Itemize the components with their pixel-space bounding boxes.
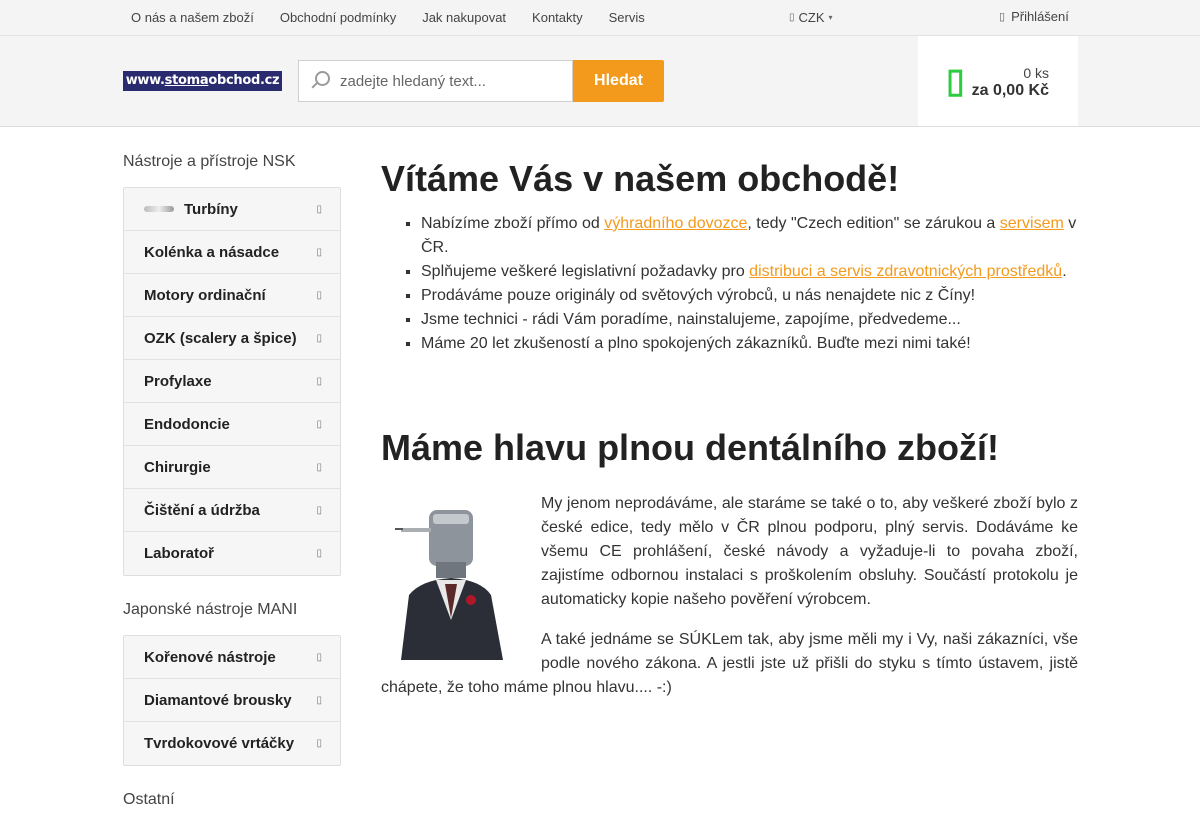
chevron-down-icon: ▾ [828, 13, 833, 22]
welcome-title: Vítáme Vás v našem obchodě! [381, 158, 900, 199]
chevron-right-icon: ▯ [316, 504, 322, 516]
sidebar-section-title-other: Ostatní [123, 791, 175, 808]
currency-icon: ▯ [789, 12, 795, 23]
importer-link[interactable]: výhradního dovozce [604, 215, 747, 232]
about-section: My jenom neprodáváme, ale staráme se tak… [381, 492, 1078, 700]
sidebar-section-title-mani: Japonské nástroje MANI [123, 601, 298, 618]
nav-link-terms[interactable]: Obchodní podmínky [267, 0, 409, 36]
list-item: Splňujeme veškeré legislativní požadavky… [421, 260, 1078, 284]
sidebar-section-title-nsk: Nástroje a přístroje NSK [123, 153, 296, 170]
sidebar-item-diamantove[interactable]: Diamantové brousky ▯ [124, 679, 340, 722]
sidebar-item-laborator[interactable]: Laboratoř ▯ [124, 532, 340, 575]
nav-link-service[interactable]: Servis [596, 0, 658, 36]
shopping-bag-icon: ▯ [946, 62, 965, 100]
sidebar-item-chirurgie[interactable]: Chirurgie ▯ [124, 446, 340, 489]
nav-link-contacts[interactable]: Kontakty [519, 0, 596, 36]
chevron-right-icon: ▯ [316, 461, 322, 473]
cart-quantity: 0 ks [1023, 65, 1049, 81]
sidebar-item-korenove[interactable]: Kořenové nástroje ▯ [124, 636, 340, 679]
main-content: Vítáme Vás v našem obchodě! Nabízíme zbo… [381, 128, 1078, 716]
top-bar: O nás a našem zboží Obchodní podmínky Ja… [0, 0, 1200, 36]
site-header: www.stomaobchod.cz Hledat ▯ 0 ks za 0,00… [0, 36, 1200, 127]
chevron-right-icon: ▯ [316, 332, 322, 344]
sidebar-item-profylaxe[interactable]: Profylaxe ▯ [124, 360, 340, 403]
search-input[interactable] [340, 72, 560, 90]
chevron-right-icon: ▯ [316, 694, 322, 706]
category-list-mani: Kořenové nástroje ▯ Diamantové brousky ▯ T… [123, 635, 341, 766]
list-item: Máme 20 let zkušeností a plno spokojenýc… [421, 332, 1078, 356]
login-link[interactable]: ▯ Přihlášení [999, 0, 1069, 34]
sidebar-item-endodoncie[interactable]: Endodoncie ▯ [124, 403, 340, 446]
category-list-nsk: Turbíny ▯ Kolénka a násadce ▯ Motory ordin… [123, 187, 341, 576]
nav-link-how-to-buy[interactable]: Jak nakupovat [409, 0, 519, 36]
sidebar-item-ozk[interactable]: OZK (scalery a špice) ▯ [124, 317, 340, 360]
category-sidebar: Nástroje a přístroje NSK Turbíny ▯ Kolénk… [123, 128, 341, 825]
list-item: Nabízíme zboží přímo od výhradního dovoz… [421, 212, 1078, 260]
sidebar-item-cisteni[interactable]: Čištění a údržba ▯ [124, 489, 340, 532]
nav-link-about[interactable]: O nás a našem zboží [118, 0, 267, 36]
cart-total: za 0,00 Kč [971, 82, 1049, 99]
list-item: Prodáváme pouze originály od světových v… [421, 284, 1078, 308]
benefits-list: Nabízíme zboží přímo od výhradního dovoz… [421, 212, 1078, 356]
chevron-right-icon: ▯ [316, 651, 322, 663]
login-label: Přihlášení [1011, 9, 1069, 24]
chevron-right-icon: ▯ [316, 246, 322, 258]
chevron-right-icon: ▯ [316, 548, 322, 559]
turbine-thumbnail-icon [144, 206, 174, 212]
search-icon [309, 70, 331, 92]
sidebar-item-kolenka[interactable]: Kolénka a násadce ▯ [124, 231, 340, 274]
chevron-right-icon: ▯ [316, 738, 322, 749]
search-button[interactable]: Hledat [573, 60, 664, 102]
currency-selector[interactable]: ▯ CZK ▾ [789, 0, 833, 36]
cart-widget[interactable]: ▯ 0 ks za 0,00 Kč [918, 36, 1078, 126]
top-navigation: O nás a našem zboží Obchodní podmínky Ja… [118, 0, 658, 36]
chevron-right-icon: ▯ [316, 375, 322, 387]
chevron-right-icon: ▯ [316, 289, 322, 301]
list-item: Jsme technici - rádi Vám poradíme, nains… [421, 308, 1078, 332]
chevron-right-icon: ▯ [316, 203, 322, 215]
search-form: Hledat [298, 60, 664, 102]
service-link[interactable]: servisem [1000, 215, 1064, 232]
chevron-right-icon: ▯ [316, 418, 322, 430]
section-title: Máme hlavu plnou dentálního zboží! [381, 427, 999, 468]
handpiece-head-man-image [381, 500, 521, 660]
user-icon: ▯ [999, 11, 1006, 23]
search-box [298, 60, 573, 102]
distribution-link[interactable]: distribuci a servis zdravotnických prost… [749, 263, 1062, 280]
site-logo[interactable]: www.stomaobchod.cz [123, 71, 282, 91]
sidebar-item-turbiny[interactable]: Turbíny ▯ [124, 188, 340, 231]
currency-label: CZK [798, 10, 825, 25]
sidebar-item-motory[interactable]: Motory ordinační ▯ [124, 274, 340, 317]
sidebar-item-tvrdokovove[interactable]: Tvrdokovové vrtáčky ▯ [124, 722, 340, 765]
